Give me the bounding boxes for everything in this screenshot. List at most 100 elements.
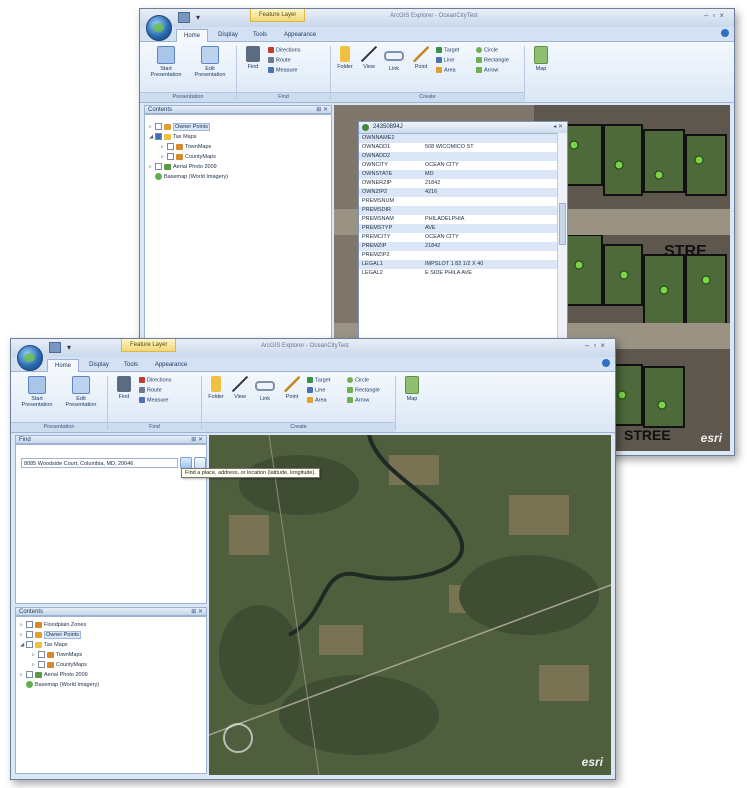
route-button[interactable]: Route xyxy=(268,57,291,63)
map-layer-icon xyxy=(47,651,54,658)
popup-title: 24350894J xyxy=(373,124,403,130)
attribute-row: PREMSTYP AVE xyxy=(359,224,558,233)
circle-button[interactable]: Circle xyxy=(476,47,498,53)
layer-countymaps[interactable]: ▹ CountyMaps xyxy=(161,153,216,161)
layer-townmaps[interactable]: ▹ TownMaps xyxy=(32,651,82,659)
find-input[interactable]: 8085 Woodside Court, Columbia, MD, 20046 xyxy=(21,458,178,468)
tab-appearance[interactable]: Appearance xyxy=(278,29,322,41)
points-layer-icon xyxy=(164,123,171,130)
layer-tax-maps[interactable]: ◢ Tax Maps xyxy=(149,133,197,141)
attribute-value: IMPSLOT 1 82 1/2 X 40 xyxy=(425,261,484,267)
circle-button[interactable]: Circle xyxy=(347,377,369,383)
navigation-control[interactable] xyxy=(223,723,253,753)
attribute-value: 4216 xyxy=(425,189,438,195)
view-button[interactable]: View xyxy=(358,46,380,70)
view-icon xyxy=(232,376,248,392)
context-tab-feature-layer[interactable]: Feature Layer xyxy=(250,9,306,22)
rectangle-button[interactable]: Rectangle xyxy=(347,387,380,393)
start-presentation-button[interactable]: Start Presentation xyxy=(146,46,186,78)
measure-button[interactable]: Measure xyxy=(139,397,168,403)
tab-home[interactable]: Home xyxy=(176,29,208,42)
area-button[interactable]: Area xyxy=(436,67,456,73)
arrow-button[interactable]: Arrow xyxy=(347,397,369,403)
imagery-layer-icon xyxy=(35,671,42,678)
folder-button[interactable]: Folder xyxy=(334,46,356,70)
front-window: ▾ Feature Layer ArcGIS Explorer - OceanC… xyxy=(10,338,616,780)
tab-appearance[interactable]: Appearance xyxy=(149,359,193,371)
folder-icon xyxy=(35,641,42,648)
find-button[interactable]: Find xyxy=(113,376,135,400)
measure-button[interactable]: Measure xyxy=(268,67,297,73)
application-menu-button[interactable] xyxy=(17,345,43,371)
context-tab-feature-layer[interactable]: Feature Layer xyxy=(121,339,177,352)
layer-owner-points[interactable]: ▹ Owner Points xyxy=(149,123,211,131)
map-layer-icon xyxy=(47,661,54,668)
line-button[interactable]: Line xyxy=(436,57,454,63)
attribute-key: PREMZIP2 xyxy=(362,252,390,258)
layer-countymaps[interactable]: ▹ CountyMaps xyxy=(32,661,87,669)
link-icon xyxy=(255,381,275,391)
tab-display[interactable]: Display xyxy=(212,29,244,41)
attribute-key: OWNADD2 xyxy=(362,153,391,159)
point-button[interactable]: Point xyxy=(281,376,303,400)
tab-home[interactable]: Home xyxy=(47,359,79,372)
window-controls[interactable]: –▫× xyxy=(704,11,728,20)
layer-aerial-photo[interactable]: ▹ Aerial Photo 2009 xyxy=(20,671,88,679)
save-icon[interactable] xyxy=(178,12,190,23)
attribute-key: PREMCITY xyxy=(362,234,391,240)
window-controls[interactable]: –▫× xyxy=(585,341,609,350)
tab-tools[interactable]: Tools xyxy=(248,29,272,41)
arrow-button[interactable]: Arrow xyxy=(476,67,498,73)
popup-close-icon[interactable]: ◂ ✕ xyxy=(553,122,563,133)
popup-scrollbar[interactable] xyxy=(557,133,567,343)
link-button[interactable]: Link xyxy=(383,46,405,72)
aerial-imagery xyxy=(209,435,611,775)
layer-townmaps[interactable]: ▹ TownMaps xyxy=(161,143,211,151)
edit-presentation-icon xyxy=(72,376,90,394)
save-icon[interactable] xyxy=(49,342,61,353)
target-button[interactable]: Target xyxy=(307,377,330,383)
quick-access-dropdown-icon[interactable]: ▾ xyxy=(196,13,200,22)
help-icon[interactable] xyxy=(721,29,729,37)
map-button[interactable]: Map xyxy=(530,46,552,72)
group-find: Find xyxy=(108,422,201,432)
layer-owner-points[interactable]: ▹ Owner Points xyxy=(20,631,82,639)
area-button[interactable]: Area xyxy=(307,397,327,403)
quick-access-dropdown-icon[interactable]: ▾ xyxy=(67,343,71,352)
feature-pin-icon xyxy=(362,124,369,131)
directions-button[interactable]: Directions xyxy=(268,47,300,53)
point-button[interactable]: Point xyxy=(410,46,432,70)
attribute-key: PREMZIP xyxy=(362,243,387,249)
edit-presentation-button[interactable]: Edit Presentation xyxy=(190,46,230,78)
map-view[interactable]: esri xyxy=(209,435,611,775)
map-button[interactable]: Map xyxy=(401,376,423,402)
help-icon[interactable] xyxy=(602,359,610,367)
target-button[interactable]: Target xyxy=(436,47,459,53)
application-menu-button[interactable] xyxy=(146,15,172,41)
layer-floodplain-zones[interactable]: ▹ Floodplain Zones xyxy=(20,621,86,629)
folder-button[interactable]: Folder xyxy=(205,376,227,400)
binoculars-icon xyxy=(246,46,260,62)
rectangle-button[interactable]: Rectangle xyxy=(476,57,509,63)
edit-presentation-button[interactable]: Edit Presentation xyxy=(61,376,101,408)
attribute-row: PREMZIP2 xyxy=(359,251,558,260)
layer-aerial-photo[interactable]: ▹ Aerial Photo 2009 xyxy=(149,163,217,171)
tab-display[interactable]: Display xyxy=(83,359,115,371)
layer-basemap[interactable]: Basemap (World Imagery) xyxy=(26,681,99,689)
attribute-key: OWNSTATE xyxy=(362,171,393,177)
link-button[interactable]: Link xyxy=(254,376,276,402)
pen-icon xyxy=(413,46,429,62)
start-presentation-button[interactable]: Start Presentation xyxy=(17,376,57,408)
attribute-value: AVE xyxy=(425,225,436,231)
attribute-row: OWNNAME2 xyxy=(359,134,558,143)
tab-tools[interactable]: Tools xyxy=(119,359,143,371)
find-button[interactable]: Find xyxy=(242,46,264,70)
layer-tax-maps[interactable]: ◢ Tax Maps xyxy=(20,641,68,649)
layer-basemap[interactable]: Basemap (World Imagery) xyxy=(155,173,228,181)
directions-button[interactable]: Directions xyxy=(139,377,171,383)
line-button[interactable]: Line xyxy=(307,387,325,393)
route-button[interactable]: Route xyxy=(139,387,162,393)
edit-presentation-icon xyxy=(201,46,219,64)
attribute-key: LEGAL2 xyxy=(362,270,383,276)
view-button[interactable]: View xyxy=(229,376,251,400)
